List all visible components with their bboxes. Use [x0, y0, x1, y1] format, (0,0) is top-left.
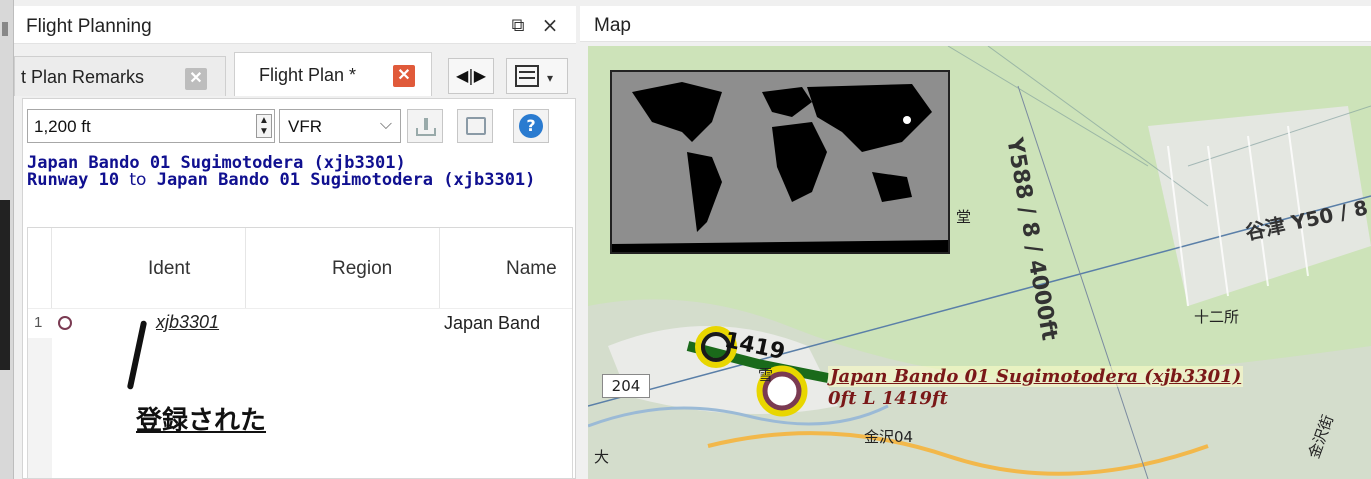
route-description: Japan Bando 01 Sugimotodera (xjb3301) Ru… — [27, 155, 575, 189]
place-label: 金沢04 — [864, 428, 914, 446]
flight-type-value: VFR — [288, 117, 322, 136]
row-name: Japan Band — [444, 313, 541, 333]
left-edge-strip — [0, 0, 14, 479]
app-root: Flight Planning ⧉ × t Plan Remarks ✕ Fli… — [0, 0, 1371, 479]
row-ident: xjb3301 — [156, 312, 220, 332]
destination-airport-link[interactable]: Japan Bando 01 Sugimotodera (xjb3301) — [157, 170, 536, 190]
column-header-region[interactable]: Region — [246, 228, 440, 308]
tab-flight-plan[interactable]: Flight Plan * ✕ — [234, 52, 432, 96]
panel-title: Flight Planning — [26, 16, 152, 37]
column-header-ident[interactable]: Ident — [52, 228, 246, 308]
dropdown-caret-icon: ▾ — [547, 71, 554, 85]
road-shield: 204 — [602, 374, 650, 398]
airport-map-sublabel: 0ft L 1419ft — [828, 388, 948, 409]
altitude-spinner-icon[interactable]: ▲ ▼ — [256, 114, 272, 138]
annotation-text: 登録された — [136, 406, 267, 436]
flight-plan-content: 1,200 ft ▲ ▼ VFR ⌵ ? Japan Bando 01 Sugim… — [22, 98, 576, 479]
edge-marker — [2, 22, 8, 36]
airport-symbol-icon — [58, 316, 72, 330]
map-panel: Map 204 十二所 堂 雪 金沢04 大 金沢街 Y588 / 8 / 40… — [580, 6, 1371, 479]
tab-close-icon[interactable]: ✕ — [393, 65, 415, 87]
place-label: 十二所 — [1194, 308, 1240, 326]
tab-scroll-arrows-icon[interactable]: ◀|▶ — [448, 58, 494, 94]
tab-label: t Plan Remarks — [21, 67, 145, 87]
row-number-header — [28, 228, 52, 308]
flight-planning-panel: Flight Planning ⧉ × t Plan Remarks ✕ Fli… — [14, 6, 576, 479]
map-title: Map — [594, 15, 631, 36]
help-icon: ? — [519, 114, 543, 138]
flight-plan-table: Ident Region Name 1 xjb3301 Japan Band 登… — [27, 227, 573, 479]
flight-planning-titlebar: Flight Planning ⧉ × — [14, 6, 576, 44]
tab-flight-plan-remarks[interactable]: t Plan Remarks ✕ — [14, 56, 226, 96]
map-titlebar: Map — [580, 6, 1371, 42]
place-label: 雪 — [758, 366, 774, 384]
tab-close-icon[interactable]: ✕ — [185, 68, 207, 90]
cruise-altitude-value: 1,200 ft — [34, 117, 91, 136]
edge-dark-region — [0, 200, 10, 370]
row-number: 1 — [34, 314, 43, 331]
download-arrow-icon — [424, 118, 428, 130]
airport-map-label[interactable]: Japan Bando 01 Sugimotodera (xjb3301) — [828, 366, 1244, 387]
departure-time-button[interactable] — [457, 109, 493, 143]
help-button[interactable]: ? — [513, 109, 549, 143]
calc-route-button[interactable] — [407, 109, 443, 143]
close-panel-icon[interactable]: × — [540, 13, 560, 37]
table-row[interactable]: 1 xjb3301 Japan Band — [28, 308, 572, 338]
row-header-gutter — [28, 338, 52, 478]
world-overview-map[interactable] — [610, 70, 950, 254]
map-canvas[interactable]: 204 十二所 堂 雪 金沢04 大 金沢街 Y588 / 8 / 4000ft… — [588, 46, 1371, 479]
tab-label: Flight Plan * — [259, 65, 357, 85]
float-window-icon[interactable]: ⧉ — [508, 15, 528, 36]
column-header-name[interactable]: Name — [440, 228, 572, 308]
runway-label: Runway 10 — [27, 170, 120, 190]
tab-bar: t Plan Remarks ✕ Flight Plan * ✕ ◀|▶ ▾ — [14, 50, 576, 98]
list-menu-icon — [515, 65, 539, 87]
chevron-down-icon: ⌵ — [379, 116, 392, 133]
cruise-altitude-input[interactable]: 1,200 ft ▲ ▼ — [27, 109, 275, 143]
place-label: 大 — [594, 448, 610, 466]
place-label: 堂 — [956, 208, 972, 226]
to-word: to — [129, 170, 147, 190]
flight-type-select[interactable]: VFR ⌵ — [279, 109, 401, 143]
calendar-icon — [466, 117, 486, 135]
tab-menu-button[interactable]: ▾ — [506, 58, 568, 94]
world-map-icon — [612, 72, 948, 252]
